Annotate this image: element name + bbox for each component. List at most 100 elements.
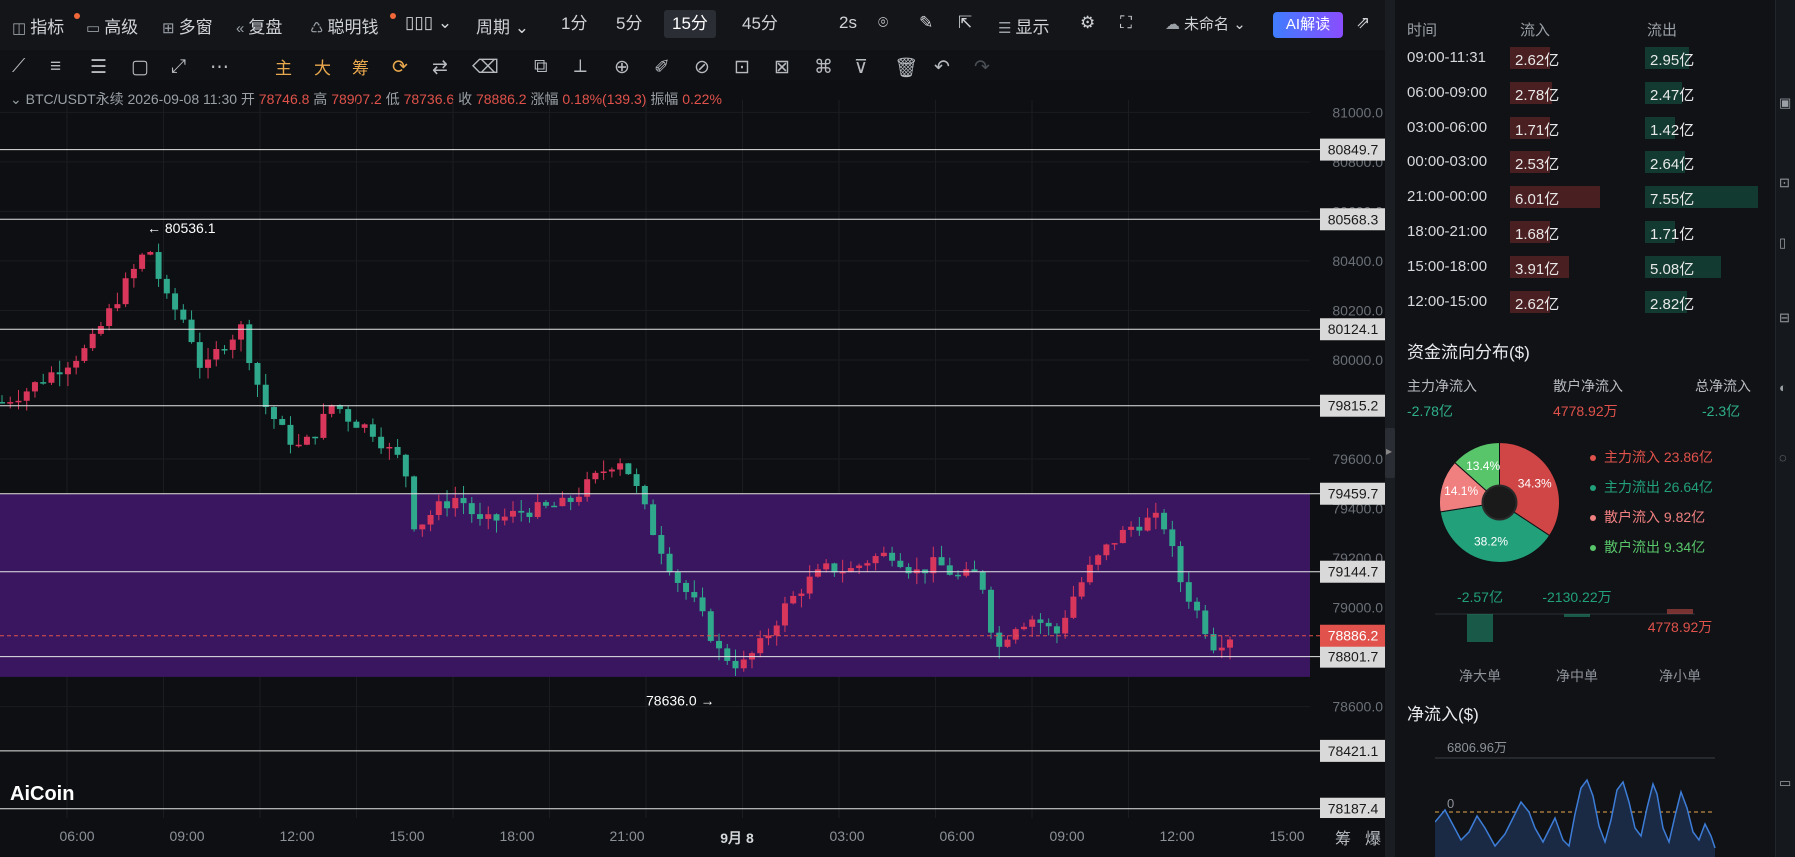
auto-draw-icon[interactable]: ⟳ — [392, 56, 408, 79]
undo-icon[interactable]: ↶ — [934, 56, 950, 79]
magnet-icon[interactable]: ⌘ — [814, 56, 833, 79]
liquidation-corner-button[interactable]: 爆 — [1365, 825, 1381, 849]
legend-item: 散户流出 9.34亿 — [1590, 537, 1705, 557]
export-icon[interactable]: ⇗ — [1356, 13, 1370, 33]
side-icon-4[interactable]: ⊟ — [1779, 310, 1790, 326]
legend-dot — [1590, 455, 1596, 462]
chips-toggle[interactable]: 筹 — [352, 54, 369, 79]
multi-window-label: 多窗 — [178, 18, 213, 37]
chart-icon: ◫ — [12, 20, 27, 37]
brush-icon[interactable]: ✐ — [654, 56, 670, 79]
display-button[interactable]: ☰ 显示 — [998, 13, 1049, 38]
outflow-value: 1.42亿 — [1650, 121, 1695, 139]
indicators-button[interactable]: ◫ 指标 — [12, 13, 64, 38]
y-tick-label: 78600.0 — [1332, 699, 1383, 715]
order-bar-label: 净中单 — [1556, 668, 1598, 684]
legend-item: 主力流出 26.64亿 — [1590, 477, 1713, 497]
share-icon[interactable]: ⇱ — [958, 13, 972, 33]
grid-icon: ⊞ — [162, 20, 175, 37]
order-bar-label: 净大单 — [1459, 668, 1501, 684]
drawing-toolbar: ⟋ ≡ ☰ ▢ ⤢ ⋯ 主 大 筹 ⟳ ⇄ ⌫ ⧉ ⟂ ⊕ ✐ ⊘ ⊡ ⊠ ⌘ … — [0, 50, 1390, 80]
candlestick-chart[interactable]: 81000.080800.080600.080400.080200.080000… — [0, 100, 1390, 818]
period-45m[interactable]: 45分 — [734, 10, 786, 38]
total-net-label: 总净流入 — [1695, 378, 1751, 394]
chips-corner-button[interactable]: 筹 — [1335, 825, 1351, 849]
candle — [172, 287, 179, 320]
camera-icon[interactable]: ⌾ — [878, 13, 888, 33]
side-icon-7[interactable]: ▭ — [1779, 775, 1791, 791]
rect-tool-icon[interactable]: ▢ — [131, 56, 149, 79]
net-inflow-chart: 6806.96万 0 — [1435, 740, 1716, 857]
inflow-value: 6.01亿 — [1515, 191, 1560, 209]
outflow-value: 1.71亿 — [1650, 226, 1695, 243]
advanced-button[interactable]: ▭ 高级 — [86, 13, 138, 38]
capital-flow-panel: 时间 流入 流出 09:00-11:31 2.62亿 2.95亿 06:00-09:0… — [1395, 0, 1775, 857]
level-price-label: 78801.7 — [1328, 649, 1379, 665]
ai-read-button[interactable]: AI解读 — [1273, 12, 1343, 38]
splitter-handle[interactable]: ▸ — [1385, 428, 1395, 478]
candle — [353, 419, 360, 428]
large-order-toggle[interactable]: 大 — [314, 54, 331, 79]
max-label: 6806.96万 — [1447, 740, 1507, 755]
fullscreen-icon[interactable]: ⛶ — [1120, 13, 1132, 33]
redo-icon[interactable]: ↷ — [974, 56, 990, 79]
smart-money-button[interactable]: ♺ 聪明钱 — [310, 13, 378, 38]
settings-icon[interactable]: ⚙ — [1080, 13, 1095, 33]
main-indicator-toggle[interactable]: 主 — [275, 54, 292, 79]
outflow-value: 2.95亿 — [1650, 52, 1695, 69]
hide-drawings-icon[interactable]: ⊘ — [694, 56, 710, 79]
candle-style-button[interactable]: ▯▯▯ ⌄ — [405, 13, 452, 33]
ruler-icon[interactable]: ⟂ — [574, 56, 587, 78]
side-icon-6[interactable]: ◌ — [1779, 450, 1787, 465]
outflow-value: 2.64亿 — [1650, 156, 1695, 174]
candle — [229, 334, 236, 359]
side-icon-5[interactable]: ◐ — [1779, 380, 1787, 395]
level-price-label: 79144.7 — [1328, 564, 1379, 580]
candle — [287, 416, 294, 454]
flow-pie-chart: 34.3% 38.2% 14.1% 13.4% — [1439, 441, 1560, 563]
sync-icon[interactable]: ⇄ — [432, 56, 448, 79]
hline-tool-icon[interactable]: ≡ — [50, 56, 61, 78]
channel-tool-icon[interactable]: ☰ — [90, 56, 107, 79]
line-tool-icon[interactable]: ⟋ — [12, 56, 25, 78]
candle — [147, 250, 154, 256]
candle — [23, 387, 30, 411]
candle — [650, 499, 657, 536]
candle — [155, 243, 162, 287]
period-15m[interactable]: 15分 — [664, 10, 716, 38]
y-tick-label: 81000.0 — [1332, 104, 1383, 120]
candle — [987, 586, 994, 639]
period-1m[interactable]: 1分 — [553, 10, 595, 38]
more-tools-icon[interactable]: ⋯ — [210, 56, 229, 79]
inflow-value: 3.91亿 — [1515, 260, 1560, 278]
multi-window-button[interactable]: ⊞ 多窗 — [162, 13, 213, 38]
list-icon: ☰ — [998, 20, 1012, 37]
refresh-interval[interactable]: 2s — [839, 13, 857, 33]
template-icon[interactable]: ⊠ — [774, 56, 790, 79]
candle — [279, 415, 286, 426]
eraser-tool-icon[interactable]: ⌫ — [472, 56, 499, 79]
candle — [320, 403, 327, 440]
side-icon-3[interactable]: ▯ — [1779, 235, 1786, 251]
pie-slice-label: 38.2% — [1474, 535, 1508, 549]
trash-icon[interactable]: 🗑 — [894, 56, 918, 80]
filter-icon[interactable]: ⊽ — [854, 56, 868, 79]
x-tick-label: 06:00 — [939, 828, 975, 844]
arrow-tool-icon[interactable]: ⤢ — [171, 56, 186, 78]
side-icon-2[interactable]: ⊡ — [1779, 175, 1790, 191]
lock-icon[interactable]: ⊡ — [734, 56, 750, 79]
col-outflow: 流出 — [1647, 22, 1678, 39]
period-dropdown[interactable]: 周期 ⌄ — [476, 13, 529, 38]
candle — [600, 460, 607, 480]
layout-dropdown[interactable]: ☁ 未命名 ⌄ — [1165, 13, 1246, 34]
replay-button[interactable]: «复盘 — [236, 13, 282, 38]
zoom-in-icon[interactable]: ⊕ — [614, 56, 630, 79]
candle — [15, 389, 22, 410]
rewind-icon: « — [236, 20, 245, 37]
period-5m[interactable]: 5分 — [608, 10, 650, 38]
side-icon-1[interactable]: ▣ — [1779, 95, 1791, 111]
pencil-icon[interactable]: ✎ — [919, 13, 933, 33]
candle — [196, 332, 203, 379]
copy-icon[interactable]: ⧉ — [534, 56, 548, 78]
candle — [369, 418, 376, 442]
